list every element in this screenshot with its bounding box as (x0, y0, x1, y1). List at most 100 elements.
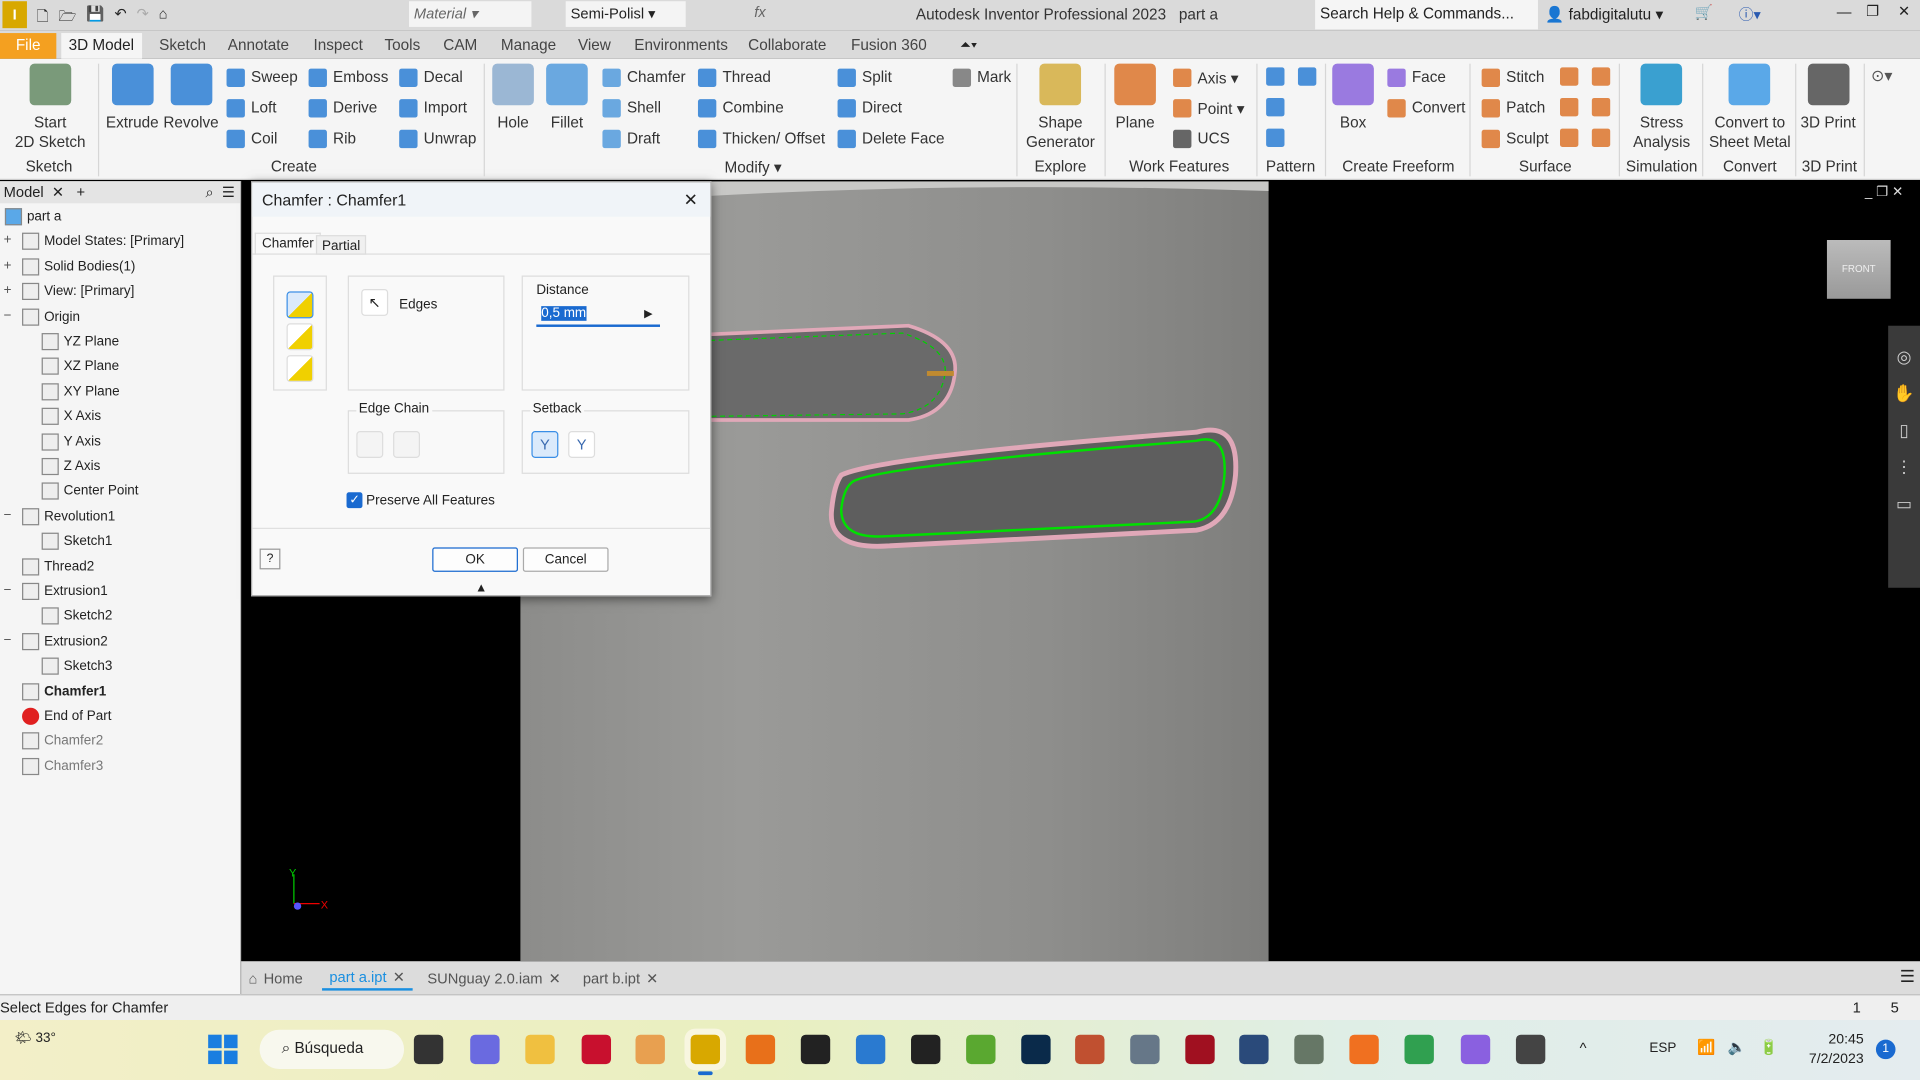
close-icon[interactable]: ✕ (549, 970, 561, 987)
two-distances-button[interactable] (286, 355, 314, 383)
taskbar-app-icon[interactable] (690, 1034, 721, 1065)
open-icon[interactable]: 🗁 (58, 5, 76, 25)
distance-chamfer-button[interactable] (286, 291, 314, 319)
ribbon-tab-tools[interactable]: Tools (377, 33, 427, 59)
taskbar-app-icon[interactable] (1239, 1034, 1269, 1065)
single-edge-button[interactable] (393, 431, 421, 458)
collapse-icon[interactable]: − (4, 309, 15, 322)
ribbon-button-rib[interactable]: Rib (308, 125, 356, 152)
browser-item[interactable]: XZ Plane (41, 354, 119, 378)
ribbon-tab-cam[interactable]: CAM (436, 33, 485, 59)
ok-button[interactable]: OK (432, 547, 518, 572)
doc-tab-part-a[interactable]: part a.ipt ✕ (322, 966, 413, 991)
new-icon[interactable]: 🗋 (37, 5, 49, 25)
taskbar-app-icon[interactable] (525, 1034, 555, 1065)
user-menu[interactable]: 👤 fabdigitalutu ▾ (1545, 5, 1663, 25)
edges-select-button[interactable]: ↖ (361, 288, 389, 316)
setback-smooth-button[interactable]: Y (531, 431, 559, 458)
browser-item[interactable]: Extrusion2 (22, 629, 108, 653)
browser-item[interactable]: Chamfer1 (22, 679, 106, 703)
surface-tool-icon[interactable] (1591, 128, 1611, 147)
restore-button[interactable]: ❐ (1866, 2, 1879, 19)
ribbon-button-coil[interactable]: Coil (226, 125, 277, 152)
taskbar-app-icon[interactable] (635, 1034, 665, 1065)
taskbar-app-icon[interactable] (911, 1034, 941, 1065)
browser-item[interactable]: Chamfer2 (22, 729, 103, 753)
all-tangent-edges-button[interactable] (356, 431, 384, 458)
browser-item[interactable]: Sketch2 (41, 604, 112, 628)
clock[interactable]: 20:45 7/2/2023 (1798, 1030, 1864, 1069)
taskbar-app-icon[interactable] (1404, 1034, 1434, 1065)
taskbar-app-icon[interactable] (1075, 1034, 1105, 1065)
ribbon-button-chamfer[interactable]: Chamfer (602, 64, 686, 91)
doc-tab-sunguay[interactable]: SUNguay 2.0.iam ✕ (427, 966, 561, 990)
ribbon-button-unwrap[interactable]: Unwrap (399, 125, 476, 152)
app-logo[interactable]: I (2, 1, 27, 29)
distance-angle-button[interactable] (286, 323, 314, 351)
ribbon-tab-collaborate[interactable]: Collaborate (741, 33, 834, 59)
viewcube[interactable]: FRONT (1826, 240, 1891, 299)
navigation-bar[interactable]: ◎ ✋ ▯ ⋮ ▭ (1888, 325, 1920, 588)
ribbon-button-shell[interactable]: Shell (602, 94, 661, 121)
ribbon-tab-view[interactable]: View (571, 33, 619, 59)
doc-tab-home[interactable]: ⌂ Home (249, 966, 303, 990)
taskbar-app-icon[interactable] (1515, 1034, 1546, 1065)
browser-tab-model[interactable]: Model (4, 184, 44, 201)
ribbon-button-3d-print[interactable]: 3D Print (1801, 63, 1856, 133)
browser-item[interactable]: Y Axis (41, 429, 101, 453)
distance-flyout-arrow[interactable]: ▶ (644, 307, 652, 320)
ribbon-button-decal[interactable]: Decal (399, 64, 463, 91)
ribbon-button-shape-generator[interactable]: Shape Generator (1026, 63, 1095, 152)
ribbon-button-direct[interactable]: Direct (837, 94, 902, 121)
browser-item[interactable]: Model States: [Primary] (22, 229, 184, 253)
ribbon-button-hole[interactable]: Hole (492, 63, 534, 133)
surface-tool-icon[interactable] (1591, 97, 1611, 117)
help-button[interactable]: ? (259, 548, 281, 570)
ribbon-button-mark[interactable]: Mark (952, 64, 1011, 91)
home-icon[interactable]: ⌂ (159, 5, 168, 25)
close-window-button[interactable]: ✕ (1898, 2, 1910, 19)
ribbon-button-delete-face[interactable]: Delete Face (837, 125, 945, 152)
notification-badge[interactable]: 1 (1875, 1039, 1896, 1060)
taskbar-app-icon[interactable] (1294, 1034, 1324, 1065)
surface-tool-icon[interactable] (1591, 67, 1611, 86)
ribbon-options-icon[interactable]: ⊙▾ (1871, 66, 1892, 86)
tray-chevron-icon[interactable]: ^ (1580, 1040, 1587, 1057)
pan-icon[interactable]: ✋ (1888, 375, 1920, 412)
browser-item[interactable]: XY Plane (41, 379, 120, 403)
tabs-menu-icon[interactable]: ☰ (1900, 966, 1915, 987)
ribbon-tab-manage[interactable]: Manage (493, 33, 563, 59)
ribbon-tab-file[interactable]: File (0, 33, 57, 59)
cart-icon[interactable]: 🛒 (1695, 4, 1713, 21)
view-face-icon[interactable]: ▭ (1888, 485, 1920, 522)
preserve-all-features-checkbox[interactable]: ✓ Preserve All Features (346, 492, 495, 509)
tab-chamfer[interactable]: Chamfer (254, 232, 322, 255)
browser-item[interactable]: Thread2 (22, 554, 94, 578)
browser-item[interactable]: Revolution1 (22, 504, 115, 528)
browser-item[interactable]: Solid Bodies(1) (22, 254, 135, 278)
ribbon-button-revolve[interactable]: Revolve (163, 63, 219, 133)
taskbar-app-icon[interactable] (1130, 1034, 1160, 1065)
browser-item[interactable]: End of Part (22, 704, 111, 728)
orbit-icon[interactable]: ⋮ (1888, 448, 1920, 485)
surface-tool-icon[interactable] (1560, 97, 1579, 117)
pattern-tool-icon[interactable] (1266, 97, 1285, 117)
pattern-tool-icon[interactable] (1297, 67, 1317, 86)
ribbon-button-axis-[interactable]: Axis ▾ (1173, 64, 1238, 91)
save-icon[interactable]: 💾 (86, 5, 104, 25)
taskbar-app-icon[interactable] (745, 1034, 776, 1065)
ribbon-button-convert-to-sheet-metal[interactable]: Convert to Sheet Metal (1709, 63, 1791, 152)
taskbar-app-icon[interactable] (413, 1034, 444, 1065)
expand-arrow-icon[interactable]: ▲ (475, 582, 487, 595)
taskbar-search[interactable]: ⌕ Búsqueda (259, 1029, 405, 1069)
browser-item[interactable]: Center Point (41, 479, 139, 503)
zoom-icon[interactable]: ▯ (1888, 411, 1920, 448)
ribbon-button-plane[interactable]: Plane (1114, 63, 1156, 133)
browser-item[interactable]: X Axis (41, 404, 101, 428)
wifi-icon[interactable]: 📶 (1697, 1038, 1715, 1055)
viewport-close[interactable]: ✕ (1892, 185, 1903, 200)
ribbon-button-emboss[interactable]: Emboss (308, 64, 388, 91)
browser-item[interactable]: YZ Plane (41, 329, 119, 353)
help-icon[interactable]: ⓘ▾ (1739, 4, 1761, 25)
dialog-close-button[interactable]: ✕ (684, 189, 698, 210)
